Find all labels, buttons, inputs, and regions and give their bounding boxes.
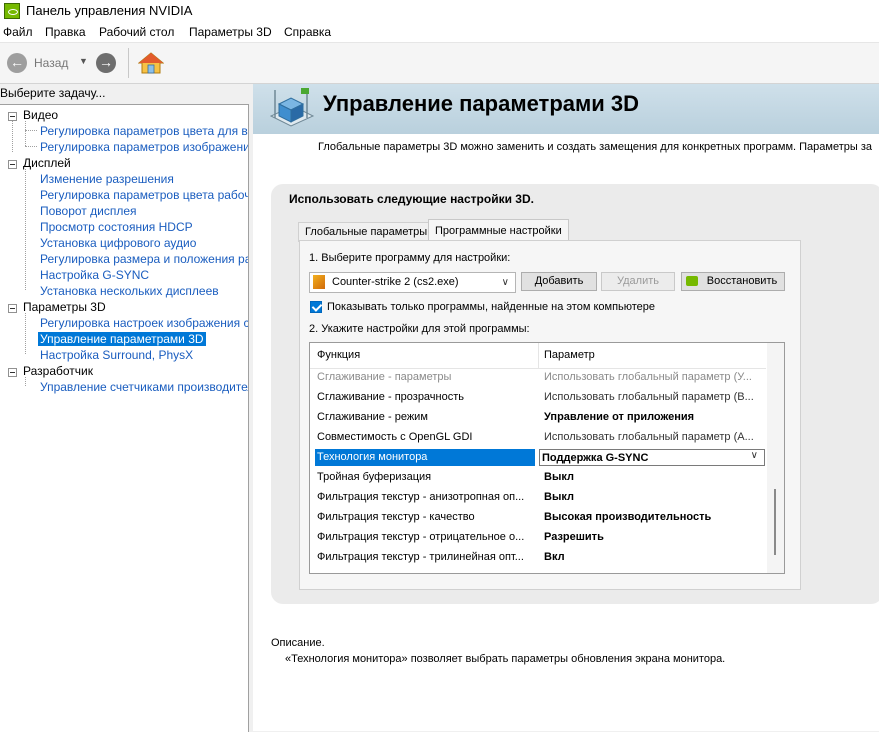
collapse-icon[interactable] xyxy=(8,112,17,121)
grid-row[interactable]: Тройная буферизация Выкл xyxy=(310,468,766,488)
tree-category-video[interactable]: Видео xyxy=(23,108,58,122)
task-tree: Видео Регулировка параметров цвета для в… xyxy=(0,104,249,732)
step1-label: 1. Выберите программу для настройки: xyxy=(309,252,511,264)
remove-button[interactable]: Удалить xyxy=(601,272,675,291)
restore-button-label: Восстановить xyxy=(706,275,778,287)
toolbar-separator xyxy=(128,48,129,78)
description-text: «Технология монитора» позволяет выбрать … xyxy=(285,653,726,665)
grid-cell-setting: Использовать глобальный параметр (В... xyxy=(544,391,754,403)
3d-cube-settings-icon xyxy=(269,88,315,127)
back-arrow-icon[interactable]: ← xyxy=(7,53,27,73)
tree-item-surround-physx[interactable]: Настройка Surround, PhysX xyxy=(40,348,193,362)
tree-category-developer[interactable]: Разработчик xyxy=(23,364,93,378)
grid-cell-feature: Фильтрация текстур - анизотропная оп... xyxy=(317,491,525,503)
tree-item-hdcp[interactable]: Просмотр состояния HDCP xyxy=(40,220,193,234)
tree-item-video-image[interactable]: Регулировка параметров изображения д xyxy=(40,140,248,154)
tree-item-desktop-color[interactable]: Регулировка параметров цвета рабочег xyxy=(40,188,248,202)
grid-cell-setting: Выкл xyxy=(544,491,574,503)
program-select-value: Counter-strike 2 (cs2.exe) xyxy=(332,276,459,288)
collapse-icon[interactable] xyxy=(8,160,17,169)
grid-cell-feature: Тройная буферизация xyxy=(317,471,432,483)
nvidia-app-icon xyxy=(4,3,20,19)
restore-button[interactable]: Восстановить xyxy=(681,272,785,291)
vertical-scrollbar[interactable] xyxy=(767,343,784,573)
grid-row[interactable]: Технология монитора Поддержка G-SYNC ∨ xyxy=(310,448,766,468)
grid-cell-setting: Использовать глобальный параметр (А... xyxy=(544,431,754,443)
grid-cell-setting: Выкл xyxy=(544,471,574,483)
grid-cell-setting: Высокая производительность xyxy=(544,511,712,523)
grid-row[interactable]: Фильтрация текстур - отрицательное о... Р… xyxy=(310,528,766,548)
page-title: Управление параметрами 3D xyxy=(323,91,640,116)
tree-item-gsync[interactable]: Настройка G-SYNC xyxy=(40,268,149,282)
tab-program-settings[interactable]: Программные настройки xyxy=(428,219,569,242)
collapse-icon[interactable] xyxy=(8,368,17,377)
grid-cell-feature: Технология монитора xyxy=(315,449,535,466)
program-select[interactable]: Counter-strike 2 (cs2.exe) ∨ xyxy=(309,272,516,293)
window-title: Панель управления NVIDIA xyxy=(26,3,193,18)
grid-row[interactable]: Сглаживание - прозрачность Использовать г… xyxy=(310,388,766,408)
grid-cell-feature: Сглаживание - прозрачность xyxy=(317,391,465,403)
menu-desktop[interactable]: Рабочий стол xyxy=(99,25,174,39)
tree-item-multi-display[interactable]: Установка нескольких дисплеев xyxy=(40,284,219,298)
toolbar: ← Назад ▼ → xyxy=(0,43,879,84)
grid-cell-feature: Совместимость с OpenGL GDI xyxy=(317,431,473,443)
chevron-down-icon: ∨ xyxy=(501,277,509,288)
tree-item-desktop-size[interactable]: Регулировка размера и положения рабо xyxy=(40,252,248,266)
title-bar: Панель управления NVIDIA xyxy=(0,0,879,22)
collapse-icon[interactable] xyxy=(8,304,17,313)
back-history-dropdown[interactable]: ▼ xyxy=(79,56,88,66)
nvidia-restore-icon xyxy=(686,276,698,286)
tab-global-settings[interactable]: Глобальные параметры xyxy=(298,222,435,242)
menu-file[interactable]: Файл xyxy=(3,25,33,39)
scrollbar-thumb[interactable] xyxy=(774,489,776,555)
description-title: Описание. xyxy=(271,637,325,649)
grid-row[interactable]: Фильтрация текстур - трилинейная опт... В… xyxy=(310,548,766,568)
step2-label: 2. Укажите настройки для этой программы: xyxy=(309,323,530,335)
grid-cell-feature: Сглаживание - параметры xyxy=(317,371,452,383)
tree-item-rotate[interactable]: Поворот дисплея xyxy=(40,204,137,218)
grid-row[interactable]: Фильтрация текстур - анизотропная оп... В… xyxy=(310,488,766,508)
grid-cell-setting: Управление от приложения xyxy=(544,411,695,423)
menu-bar: Файл Правка Рабочий стол Параметры 3D Сп… xyxy=(0,22,879,43)
grid-cell-feature: Фильтрация текстур - отрицательное о... xyxy=(317,531,525,543)
menu-help[interactable]: Справка xyxy=(284,25,331,39)
grid-cell-setting: Вкл xyxy=(544,551,565,563)
panel-heading: Использовать следующие настройки 3D. xyxy=(289,192,534,206)
tree-item-manage-3d[interactable]: Управление параметрами 3D xyxy=(38,332,206,346)
grid-cell-feature: Сглаживание - режим xyxy=(317,411,428,423)
intro-text: Глобальные параметры 3D можно заменить и… xyxy=(318,141,873,153)
grid-row[interactable]: Сглаживание - режим Управление от приложе… xyxy=(310,408,766,428)
tree-item-image-preview[interactable]: Регулировка настроек изображения с пр xyxy=(40,316,248,330)
tree-item-video-color[interactable]: Регулировка параметров цвета для вид xyxy=(40,124,248,138)
monitor-technology-select[interactable]: Поддержка G-SYNC xyxy=(539,449,765,466)
menu-3d-settings[interactable]: Параметры 3D xyxy=(189,25,272,39)
home-icon[interactable] xyxy=(138,51,164,75)
tree-category-display[interactable]: Дисплей xyxy=(23,156,71,170)
grid-cell-feature: Фильтрация текстур - трилинейная опт... xyxy=(317,551,524,563)
tree-item-resolution[interactable]: Изменение разрешения xyxy=(40,172,174,186)
show-found-programs-label[interactable]: Показывать только программы, найденные н… xyxy=(327,301,655,313)
show-found-programs-checkbox[interactable] xyxy=(310,301,322,313)
back-button-label[interactable]: Назад xyxy=(34,56,68,70)
grid-row[interactable]: Сглаживание - параметры Использовать глоб… xyxy=(310,368,766,388)
settings-grid: Функция Параметр Сглаживание - параметры… xyxy=(309,342,785,574)
grid-row[interactable]: Совместимость с OpenGL GDI Использовать г… xyxy=(310,428,766,448)
chevron-down-icon[interactable]: ∨ xyxy=(751,450,758,461)
grid-cell-setting: Разрешить xyxy=(544,531,604,543)
game-program-icon xyxy=(313,275,325,289)
menu-edit[interactable]: Правка xyxy=(45,25,86,39)
grid-header: Функция Параметр xyxy=(310,343,766,369)
column-header-feature: Функция xyxy=(317,349,361,361)
forward-arrow-icon[interactable]: → xyxy=(96,53,116,73)
grid-row[interactable]: Фильтрация текстур - качество Высокая про… xyxy=(310,508,766,528)
tree-category-3d[interactable]: Параметры 3D xyxy=(23,300,106,314)
task-label: Выберите задачу... xyxy=(0,86,106,100)
column-header-setting: Параметр xyxy=(544,349,595,361)
tree-item-digital-audio[interactable]: Установка цифрового аудио xyxy=(40,236,196,250)
add-button[interactable]: Добавить xyxy=(521,272,597,291)
grid-cell-feature: Фильтрация текстур - качество xyxy=(317,511,475,523)
grid-cell-setting: Использовать глобальный параметр (У... xyxy=(544,371,752,383)
content-pane: Управление параметрами 3D Глобальные пар… xyxy=(253,84,879,731)
tree-item-perf-counters[interactable]: Управление счетчиками производитель xyxy=(40,380,248,394)
